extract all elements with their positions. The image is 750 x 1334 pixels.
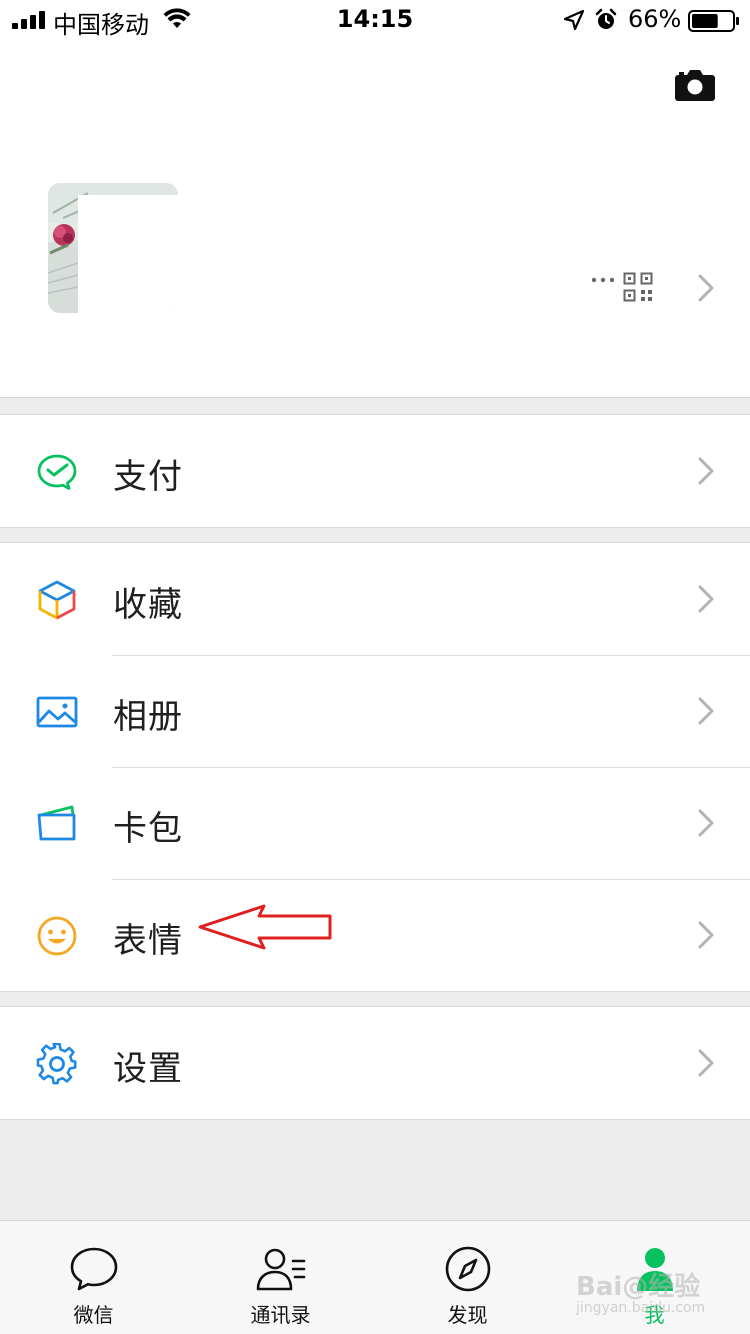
menu-item-card-wallet[interactable]: 卡包	[0, 767, 750, 879]
menu-group-main: 收藏 相册 卡包 表情	[0, 542, 750, 992]
tab-label: 通讯录	[250, 1303, 311, 1327]
chevron-right-icon	[698, 585, 714, 613]
battery-percentage: 66%	[628, 5, 682, 33]
profile-header[interactable]	[0, 40, 750, 398]
chevron-right-icon	[698, 809, 714, 837]
menu-item-settings[interactable]: 设置	[0, 1007, 750, 1119]
avatar-image	[48, 183, 178, 313]
menu-item-favorites[interactable]: 收藏	[0, 543, 750, 655]
tab-discover[interactable]: 发现	[374, 1221, 561, 1334]
battery-fill	[692, 14, 718, 28]
more-dots-icon	[591, 277, 615, 283]
card-wallet-icon	[36, 803, 78, 845]
me-screen: 中国移动 14:15 66% 支付 收藏 相册 卡包 表情 设置 微信 通讯录 …	[0, 0, 750, 1334]
menu-item-label: 卡包	[113, 809, 183, 849]
wechat-pay-icon	[36, 451, 78, 493]
menu-group-pay: 支付	[0, 414, 750, 528]
contacts-icon	[256, 1248, 305, 1291]
album-image-icon	[36, 691, 78, 733]
location-arrow-icon	[563, 9, 585, 31]
watermark-subtext: jingyan.baidu.com	[576, 1300, 706, 1316]
tab-label: 微信	[73, 1303, 114, 1327]
menu-item-label: 支付	[113, 457, 183, 497]
chevron-right-icon	[698, 1049, 714, 1077]
menu-item-stickers[interactable]: 表情	[0, 879, 750, 991]
menu-item-label: 相册	[113, 697, 183, 737]
chat-bubble-icon	[70, 1247, 117, 1291]
tab-chats[interactable]: 微信	[0, 1221, 187, 1334]
chevron-right-icon	[698, 921, 714, 949]
watermark-text: Bai@经验	[576, 1272, 701, 1302]
annotation-arrow-icon	[198, 904, 332, 950]
settings-gear-icon	[36, 1043, 78, 1085]
status-bar: 中国移动 14:15 66%	[0, 0, 750, 40]
tab-label: 发现	[447, 1303, 488, 1327]
camera-icon[interactable]	[674, 68, 716, 102]
tab-contacts[interactable]: 通讯录	[187, 1221, 374, 1334]
favorites-cube-icon	[36, 579, 78, 621]
chevron-right-icon	[698, 274, 714, 302]
compass-icon	[445, 1246, 490, 1292]
menu-item-album[interactable]: 相册	[0, 655, 750, 767]
sticker-smiley-icon	[36, 915, 78, 957]
menu-item-label: 设置	[113, 1049, 183, 1089]
menu-item-label: 表情	[113, 921, 183, 961]
chevron-right-icon	[698, 697, 714, 725]
menu-group-settings: 设置	[0, 1006, 750, 1120]
qr-code-icon[interactable]	[623, 272, 653, 302]
menu-item-label: 收藏	[113, 585, 183, 625]
menu-item-pay[interactable]: 支付	[0, 415, 750, 527]
avatar[interactable]	[48, 183, 178, 313]
alarm-clock-icon	[595, 8, 617, 29]
chevron-right-icon	[698, 457, 714, 485]
battery-icon	[688, 10, 739, 32]
